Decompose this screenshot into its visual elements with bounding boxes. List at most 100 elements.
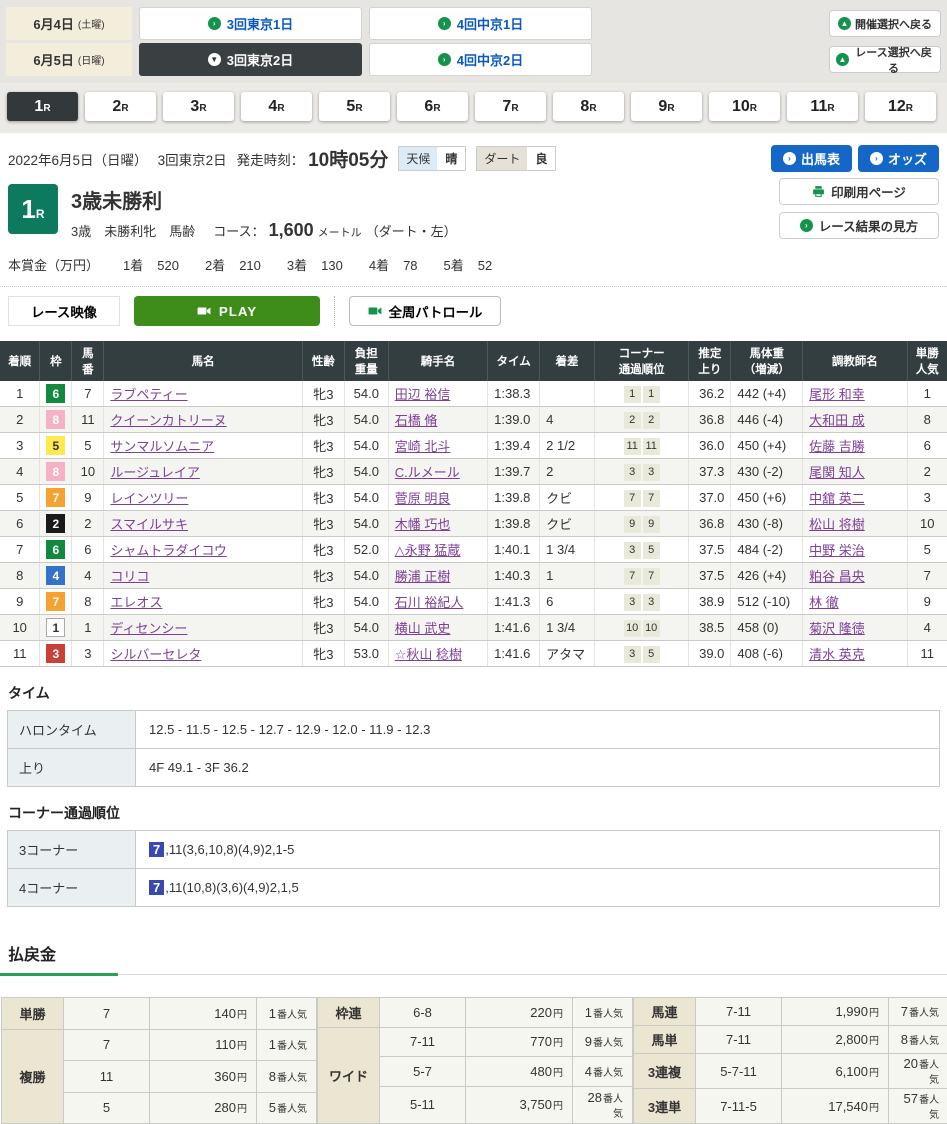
win-favorite: 3	[907, 485, 947, 511]
jockey-link[interactable]: 宮崎 北斗	[395, 439, 451, 454]
odds-button[interactable]: › オッズ	[858, 145, 939, 172]
jockey-link[interactable]: △永野 猛蔵	[395, 543, 461, 558]
horse-link[interactable]: エレオス	[110, 595, 162, 610]
arrow-up-circle-icon: ▲	[836, 53, 849, 66]
trainer-link[interactable]: 粕谷 昌央	[809, 569, 865, 584]
trainer-link[interactable]: 尾形 和幸	[809, 387, 865, 402]
jockey-link[interactable]: 菅原 明良	[395, 491, 451, 506]
meeting-button-tokyo-day1[interactable]: › 3回東京1日	[139, 7, 362, 40]
race-tab-3R[interactable]: 3R	[163, 92, 234, 121]
combination: 5-7	[380, 1057, 466, 1087]
margin: 2	[540, 459, 595, 485]
last-3f: 36.2	[689, 381, 731, 407]
corner-position: 3	[624, 646, 641, 663]
print-page-button[interactable]: 印刷用ページ	[779, 178, 939, 205]
jockey-link[interactable]: ☆秋山 稔樹	[395, 647, 462, 662]
column-header: 馬名	[104, 341, 303, 381]
jockey-cell: 石橋 脩	[388, 407, 487, 433]
meeting-button-chukyo-day1[interactable]: › 4回中京1日	[369, 7, 592, 40]
jockey-link[interactable]: 横山 武史	[395, 621, 451, 636]
popularity-value: 7	[901, 1004, 908, 1019]
horse-link[interactable]: サンマルソムニア	[110, 439, 214, 454]
race-tab-12R[interactable]: 12R	[865, 92, 936, 121]
patrol-video-button[interactable]: 全周パトロール	[349, 296, 501, 326]
jockey-link[interactable]: 勝浦 正樹	[395, 569, 451, 584]
payout-amount: 17,540円	[782, 1089, 889, 1124]
horse-link[interactable]: コリコ	[110, 569, 149, 584]
start-time-label: 発走時刻：	[237, 149, 305, 169]
tab-number: 9	[658, 98, 667, 116]
course-detail: （ダート・左）	[366, 221, 457, 240]
race-tab-8R[interactable]: 8R	[553, 92, 624, 121]
waku-cell: 7	[40, 485, 72, 511]
carried-weight: 54.0	[344, 485, 388, 511]
waku-cell: 1	[40, 615, 72, 641]
finish-position: 2	[0, 407, 40, 433]
horse-link[interactable]: レインツリー	[110, 491, 188, 506]
shutsubahyo-button[interactable]: › 出馬表	[771, 145, 852, 172]
corner-position: 2	[624, 412, 641, 429]
race-tab-11R[interactable]: 11R	[787, 92, 858, 121]
trainer-link[interactable]: 林 徹	[809, 595, 839, 610]
race-tab-5R[interactable]: 5R	[319, 92, 390, 121]
trainer-link[interactable]: 中舘 英二	[809, 491, 865, 506]
waku-cell: 6	[40, 537, 72, 563]
trainer-cell: 林 徹	[803, 589, 907, 615]
result-guide-button[interactable]: › レース結果の見方	[779, 212, 939, 239]
horse-link[interactable]: ディセンシー	[110, 621, 187, 636]
trainer-link[interactable]: 佐藤 吉勝	[809, 439, 865, 454]
horse-link[interactable]: シャムトラダイコウ	[110, 543, 226, 558]
horse-link[interactable]: ラブペティー	[110, 387, 187, 402]
waku-cell: 8	[40, 459, 72, 485]
table-row: 2811クイーンカトリーヌ牝354.0石橋 脩1:39.042236.8446 …	[0, 407, 947, 433]
race-tab-9R[interactable]: 9R	[631, 92, 702, 121]
margin: 1	[540, 563, 595, 589]
prize-items: 1着5202着2103着1304着785着52	[123, 255, 492, 274]
trainer-link[interactable]: 松山 将樹	[809, 517, 865, 532]
play-button[interactable]: PLAY	[134, 296, 320, 326]
trainer-link[interactable]: 尾関 知人	[809, 465, 865, 480]
trainer-link[interactable]: 菊沢 隆徳	[809, 621, 865, 636]
horse-link[interactable]: クイーンカトリーヌ	[110, 413, 226, 428]
jockey-link[interactable]: 田辺 裕信	[395, 387, 451, 402]
popularity-suffix: 番人気	[277, 1104, 307, 1115]
horse-link[interactable]: ルージュレイア	[110, 465, 200, 480]
back-to-kaisai-select-button[interactable]: ▲ 開催選択へ戻る	[829, 10, 941, 37]
sex-age: 牝3	[302, 485, 344, 511]
race-tab-6R[interactable]: 6R	[397, 92, 468, 121]
column-header: コーナー 通過順位	[594, 341, 689, 381]
prize-place: 1着	[123, 258, 143, 273]
tab-suffix: R	[355, 103, 362, 114]
horse-weight: 484 (-2)	[731, 537, 803, 563]
back-to-race-select-button[interactable]: ▲ レース選択へ戻る	[829, 46, 941, 73]
race-tab-1R[interactable]: 1R	[7, 92, 78, 121]
horse-link[interactable]: スマイルサキ	[110, 517, 188, 532]
finish-position: 9	[0, 589, 40, 615]
trainer-cell: 菊沢 隆徳	[803, 615, 907, 641]
popularity: 8番人気	[257, 1061, 317, 1093]
race-video-label[interactable]: レース映像	[8, 296, 120, 326]
jockey-link[interactable]: C.ルメール	[395, 465, 460, 480]
race-meeting: 3回東京2日	[158, 149, 227, 169]
jockey-link[interactable]: 石川 裕紀人	[395, 595, 464, 610]
trainer-link[interactable]: 大和田 成	[809, 413, 865, 428]
trainer-link[interactable]: 清水 英克	[809, 647, 865, 662]
jockey-link[interactable]: 木幡 巧也	[395, 517, 451, 532]
race-tab-7R[interactable]: 7R	[475, 92, 546, 121]
race-tab-4R[interactable]: 4R	[241, 92, 312, 121]
corner-order-cell: 35	[594, 641, 689, 667]
popularity-value: 8	[269, 1069, 276, 1084]
last-3f: 36.8	[689, 407, 731, 433]
race-tab-10R[interactable]: 10R	[709, 92, 780, 121]
amount-unit: 円	[237, 1073, 247, 1084]
meeting-button-chukyo-day2[interactable]: › 4回中京2日	[369, 43, 592, 76]
tab-suffix: R	[667, 103, 674, 114]
race-tab-2R[interactable]: 2R	[85, 92, 156, 121]
amount-unit: 円	[237, 1010, 247, 1021]
trainer-link[interactable]: 中野 栄治	[809, 543, 865, 558]
meeting-button-tokyo-day2-selected[interactable]: ▼ 3回東京2日	[139, 43, 362, 76]
horse-link[interactable]: シルバーセレタ	[110, 647, 201, 662]
start-time-value: 10時05分	[308, 145, 388, 172]
jockey-link[interactable]: 石橋 脩	[395, 413, 438, 428]
margin: 1 3/4	[540, 537, 595, 563]
